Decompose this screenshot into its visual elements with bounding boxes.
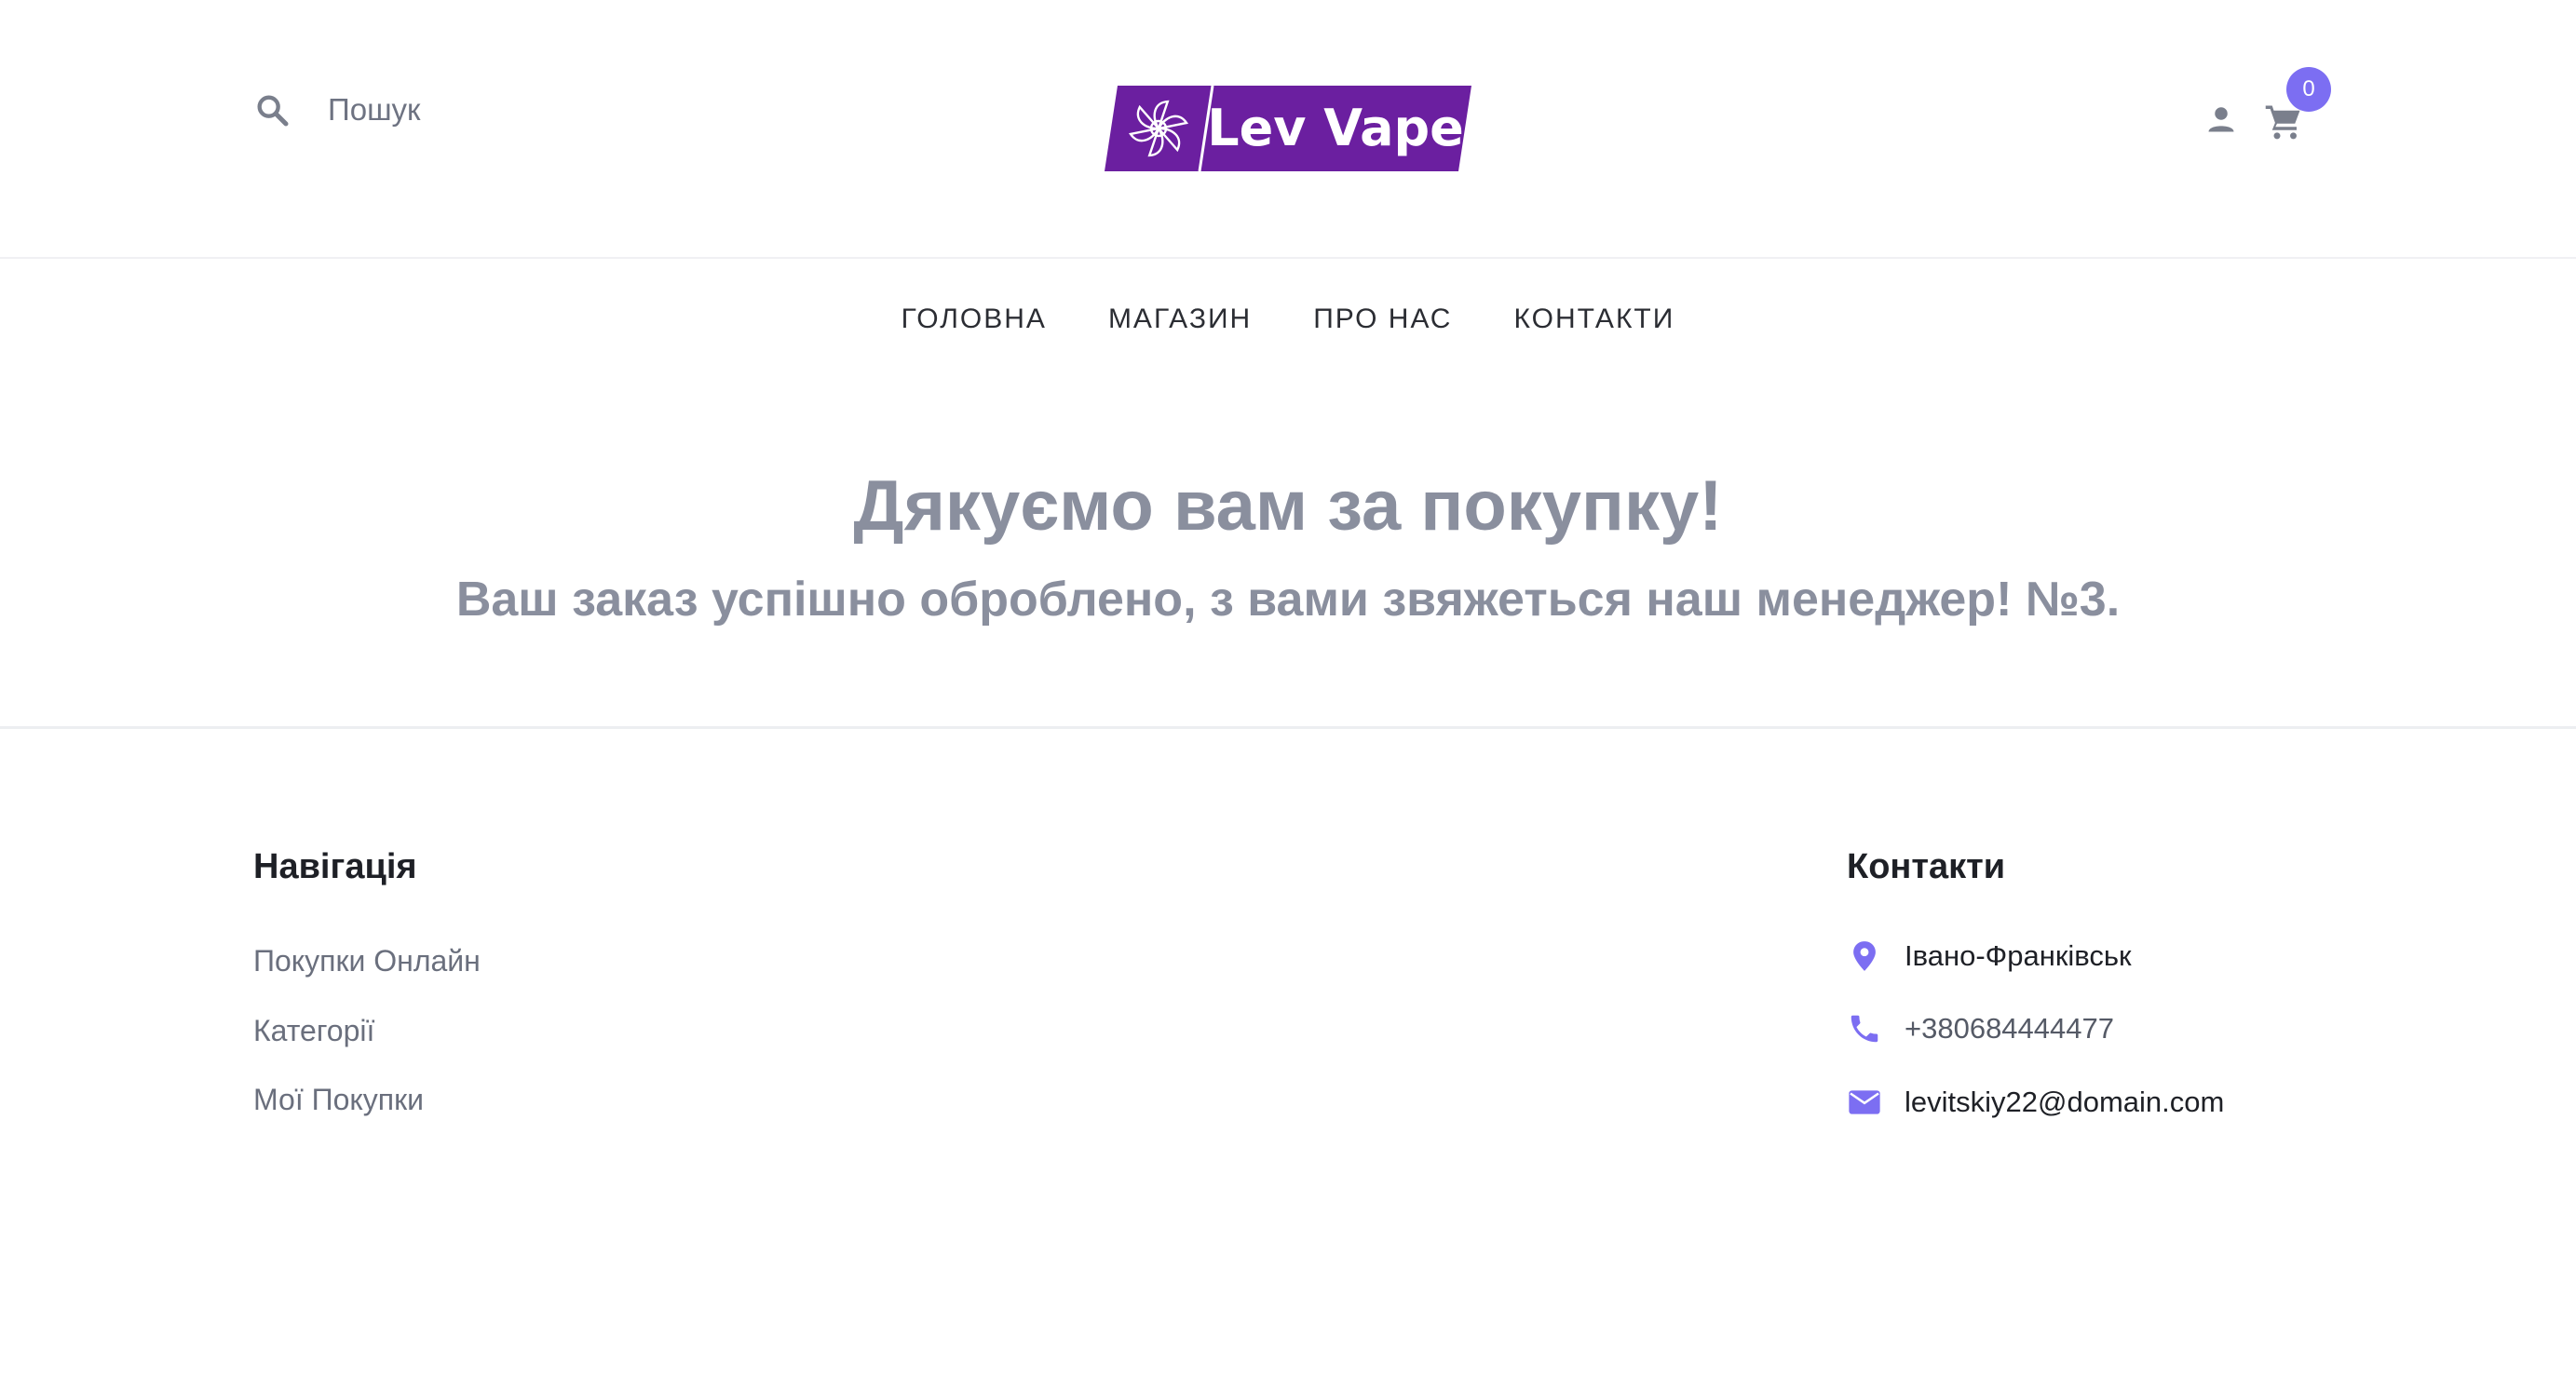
nav-item-about[interactable]: ПРО НАС (1313, 304, 1452, 335)
section-divider (0, 726, 2576, 729)
location-pin-icon (1853, 941, 1876, 971)
main-nav: ГОЛОВНА МАГАЗИН ПРО НАС КОНТАКТИ (0, 259, 2576, 380)
search-label: Пошук (328, 92, 421, 127)
contact-email[interactable]: levitskiy22@domain.com (1847, 1085, 2224, 1120)
order-number: №3 (2025, 573, 2107, 627)
page-title: Дякуємо вам за покупку! (853, 466, 1723, 546)
search-button[interactable]: Пошук (253, 91, 420, 128)
footer-link-categories[interactable]: Категорії (253, 1014, 374, 1048)
footer-navigation-title: Навігація (253, 847, 417, 886)
footer-link-online-purchases[interactable]: Покупки Онлайн (253, 944, 481, 978)
contact-email-text: levitskiy22@domain.com (1905, 1086, 2225, 1118)
contact-phone-text: +380684444477 (1905, 1012, 2114, 1045)
contact-phone[interactable]: +380684444477 (1847, 1011, 2114, 1046)
site-header: Пошук Lev Vape 0 (0, 0, 2576, 259)
contact-city-text: Івано-Франківськ (1905, 939, 2132, 972)
logo-text: Lev Vape (1207, 99, 1464, 157)
user-icon[interactable] (2204, 102, 2238, 136)
order-confirmation-message: Ваш заказ успішно оброблено, з вами звяж… (0, 572, 2576, 627)
cart-count-badge: 0 (2286, 67, 2331, 112)
search-icon (257, 95, 289, 127)
phone-icon (1851, 1015, 1878, 1043)
footer-contacts-title: Контакти (1847, 847, 2006, 886)
nav-item-contacts[interactable]: КОНТАКТИ (1513, 304, 1674, 335)
nav-item-shop[interactable]: МАГАЗИН (1108, 304, 1252, 335)
site-logo[interactable]: Lev Vape (1105, 86, 1471, 171)
contact-city: Івано-Франківськ (1847, 938, 2132, 974)
footer-link-my-purchases[interactable]: Мої Покупки (253, 1083, 424, 1117)
email-icon (1849, 1090, 1880, 1114)
order-suffix: . (2106, 573, 2121, 627)
order-message-text: Ваш заказ успішно оброблено, з вами звяж… (455, 573, 2013, 627)
nav-item-home[interactable]: ГОЛОВНА (902, 304, 1047, 335)
